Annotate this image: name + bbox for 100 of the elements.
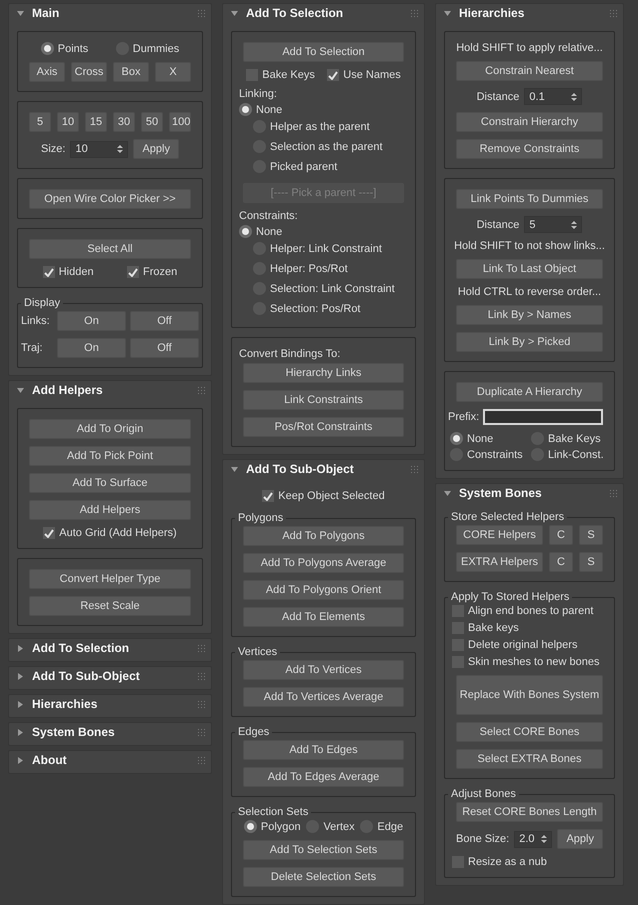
- action-button[interactable]: Link To Last Object: [456, 259, 603, 279]
- store-button[interactable]: CORE Helpers: [456, 525, 543, 545]
- rollout-title[interactable]: Add Helpers: [32, 383, 190, 397]
- checkbox[interactable]: [43, 527, 56, 539]
- collapse-arrow-icon[interactable]: [231, 466, 238, 472]
- collapse-arrow-icon[interactable]: [231, 10, 238, 16]
- option-button[interactable]: Box: [113, 62, 149, 82]
- radio-label: None: [256, 226, 282, 238]
- action-button[interactable]: Hierarchy Links: [243, 363, 404, 383]
- option-button[interactable]: 100: [169, 112, 191, 132]
- collapse-arrow-icon[interactable]: [444, 490, 451, 496]
- action-button[interactable]: Link Points To Dummies: [456, 189, 603, 209]
- rollout-title[interactable]: Add To Selection: [246, 6, 403, 20]
- radio-label: Selection: Link Constraint: [270, 282, 395, 294]
- action-button[interactable]: Link By > Names: [456, 305, 603, 325]
- collapse-arrow-icon[interactable]: [17, 10, 24, 16]
- store-button[interactable]: S: [579, 552, 603, 572]
- action-button[interactable]: Add To Selection: [243, 42, 404, 62]
- action-button[interactable]: Remove Constraints: [456, 139, 603, 159]
- action-button[interactable]: Add To Origin: [29, 419, 191, 439]
- toggle-button[interactable]: On: [57, 311, 126, 331]
- rollout-title[interactable]: Main: [32, 6, 190, 20]
- radio-button[interactable]: [239, 103, 252, 116]
- spinner-arrows-icon[interactable]: [571, 92, 578, 102]
- action-button[interactable]: Duplicate A Hierarchy: [456, 382, 603, 402]
- checkbox[interactable]: [127, 266, 140, 278]
- action-button[interactable]: Add To Edges: [243, 740, 404, 760]
- store-button[interactable]: C: [549, 552, 573, 572]
- toggle-button[interactable]: On: [57, 338, 126, 358]
- radio-button[interactable]: [450, 432, 463, 445]
- store-button[interactable]: C: [549, 525, 573, 545]
- action-button[interactable]: Link By > Picked: [456, 332, 603, 352]
- spinner-field[interactable]: 5: [524, 216, 582, 233]
- action-button[interactable]: Add To Elements: [243, 607, 404, 627]
- apply-button[interactable]: Apply: [557, 829, 603, 849]
- store-button[interactable]: EXTRA Helpers: [456, 552, 543, 572]
- spinner-field[interactable]: 10: [70, 140, 128, 158]
- action-button[interactable]: Add To Surface: [29, 473, 191, 493]
- action-button[interactable]: Add To Polygons: [243, 526, 404, 546]
- rollout-title[interactable]: Add To Sub-Object: [246, 462, 403, 476]
- option-button[interactable]: Axis: [29, 62, 65, 82]
- spinner-field[interactable]: 2.0: [514, 830, 552, 848]
- action-button[interactable]: Add To Polygons Orient: [243, 580, 404, 600]
- checkbox-label: Keep Object Selected: [278, 490, 385, 502]
- apply-button[interactable]: Apply: [133, 139, 179, 159]
- collapse-arrow-icon[interactable]: [17, 386, 24, 394]
- action-button[interactable]: Constrain Hierarchy: [456, 112, 603, 132]
- expand-arrow-icon[interactable]: [17, 728, 24, 736]
- action-button[interactable]: Convert Helper Type: [29, 569, 191, 589]
- checkbox[interactable]: [262, 490, 274, 502]
- action-button[interactable]: Replace With Bones System: [456, 675, 603, 715]
- option-button[interactable]: X: [155, 62, 191, 82]
- spinner-arrows-icon[interactable]: [541, 834, 548, 844]
- action-button[interactable]: Add To Polygons Average: [243, 553, 404, 573]
- expand-arrow-icon[interactable]: [17, 756, 24, 764]
- rollout-title[interactable]: Add To Sub-Object: [32, 669, 190, 683]
- action-button[interactable]: Open Wire Color Picker >>: [29, 189, 191, 209]
- checkbox[interactable]: [327, 69, 340, 81]
- spinner-arrows-icon[interactable]: [117, 144, 124, 154]
- action-button[interactable]: Pos/Rot Constraints: [243, 417, 404, 437]
- spinner-field[interactable]: 0.1: [524, 88, 582, 105]
- store-button[interactable]: S: [579, 525, 603, 545]
- action-button[interactable]: Add To Vertices: [243, 660, 404, 680]
- radio-button[interactable]: [40, 42, 54, 55]
- action-button[interactable]: Link Constraints: [243, 390, 404, 410]
- radio-button[interactable]: [239, 225, 252, 238]
- rollout-title[interactable]: Hierarchies: [459, 6, 602, 20]
- action-button[interactable]: Select CORE Bones: [456, 722, 603, 742]
- spinner-arrows-icon[interactable]: [571, 220, 578, 230]
- toggle-button[interactable]: Off: [130, 311, 199, 331]
- action-button[interactable]: Delete Selection Sets: [243, 867, 404, 887]
- expand-arrow-icon[interactable]: [17, 700, 24, 708]
- radio-button[interactable]: [244, 820, 257, 833]
- action-button[interactable]: Add To Edges Average: [243, 767, 404, 787]
- option-button[interactable]: 50: [141, 112, 163, 132]
- toggle-button[interactable]: Off: [130, 338, 199, 358]
- expand-arrow-icon[interactable]: [17, 644, 24, 652]
- action-button[interactable]: Reset Scale: [29, 596, 191, 616]
- action-button[interactable]: Add Helpers: [29, 500, 191, 520]
- input-field[interactable]: [483, 409, 603, 425]
- rollout-title[interactable]: Add To Selection: [32, 641, 190, 655]
- option-button[interactable]: 15: [85, 112, 107, 132]
- rollout-title[interactable]: System Bones: [32, 725, 190, 739]
- expand-arrow-icon[interactable]: [17, 672, 24, 680]
- option-button[interactable]: 30: [113, 112, 135, 132]
- action-button[interactable]: Add To Vertices Average: [243, 687, 404, 707]
- action-button[interactable]: Add To Pick Point: [29, 446, 191, 466]
- rollout-title[interactable]: System Bones: [459, 486, 602, 500]
- checkbox[interactable]: [42, 266, 55, 278]
- rollout-title[interactable]: About: [32, 753, 190, 767]
- action-button[interactable]: Select EXTRA Bones: [456, 749, 603, 769]
- action-button[interactable]: Constrain Nearest: [456, 61, 603, 81]
- action-button[interactable]: Select All: [29, 239, 191, 259]
- option-button[interactable]: Cross: [71, 62, 107, 82]
- option-button[interactable]: 10: [57, 112, 79, 132]
- option-button[interactable]: 5: [29, 112, 51, 132]
- collapse-arrow-icon[interactable]: [444, 10, 451, 16]
- action-button[interactable]: Reset CORE Bones Length: [456, 802, 603, 822]
- rollout-title[interactable]: Hierarchies: [32, 697, 190, 711]
- action-button[interactable]: Add To Selection Sets: [243, 840, 404, 860]
